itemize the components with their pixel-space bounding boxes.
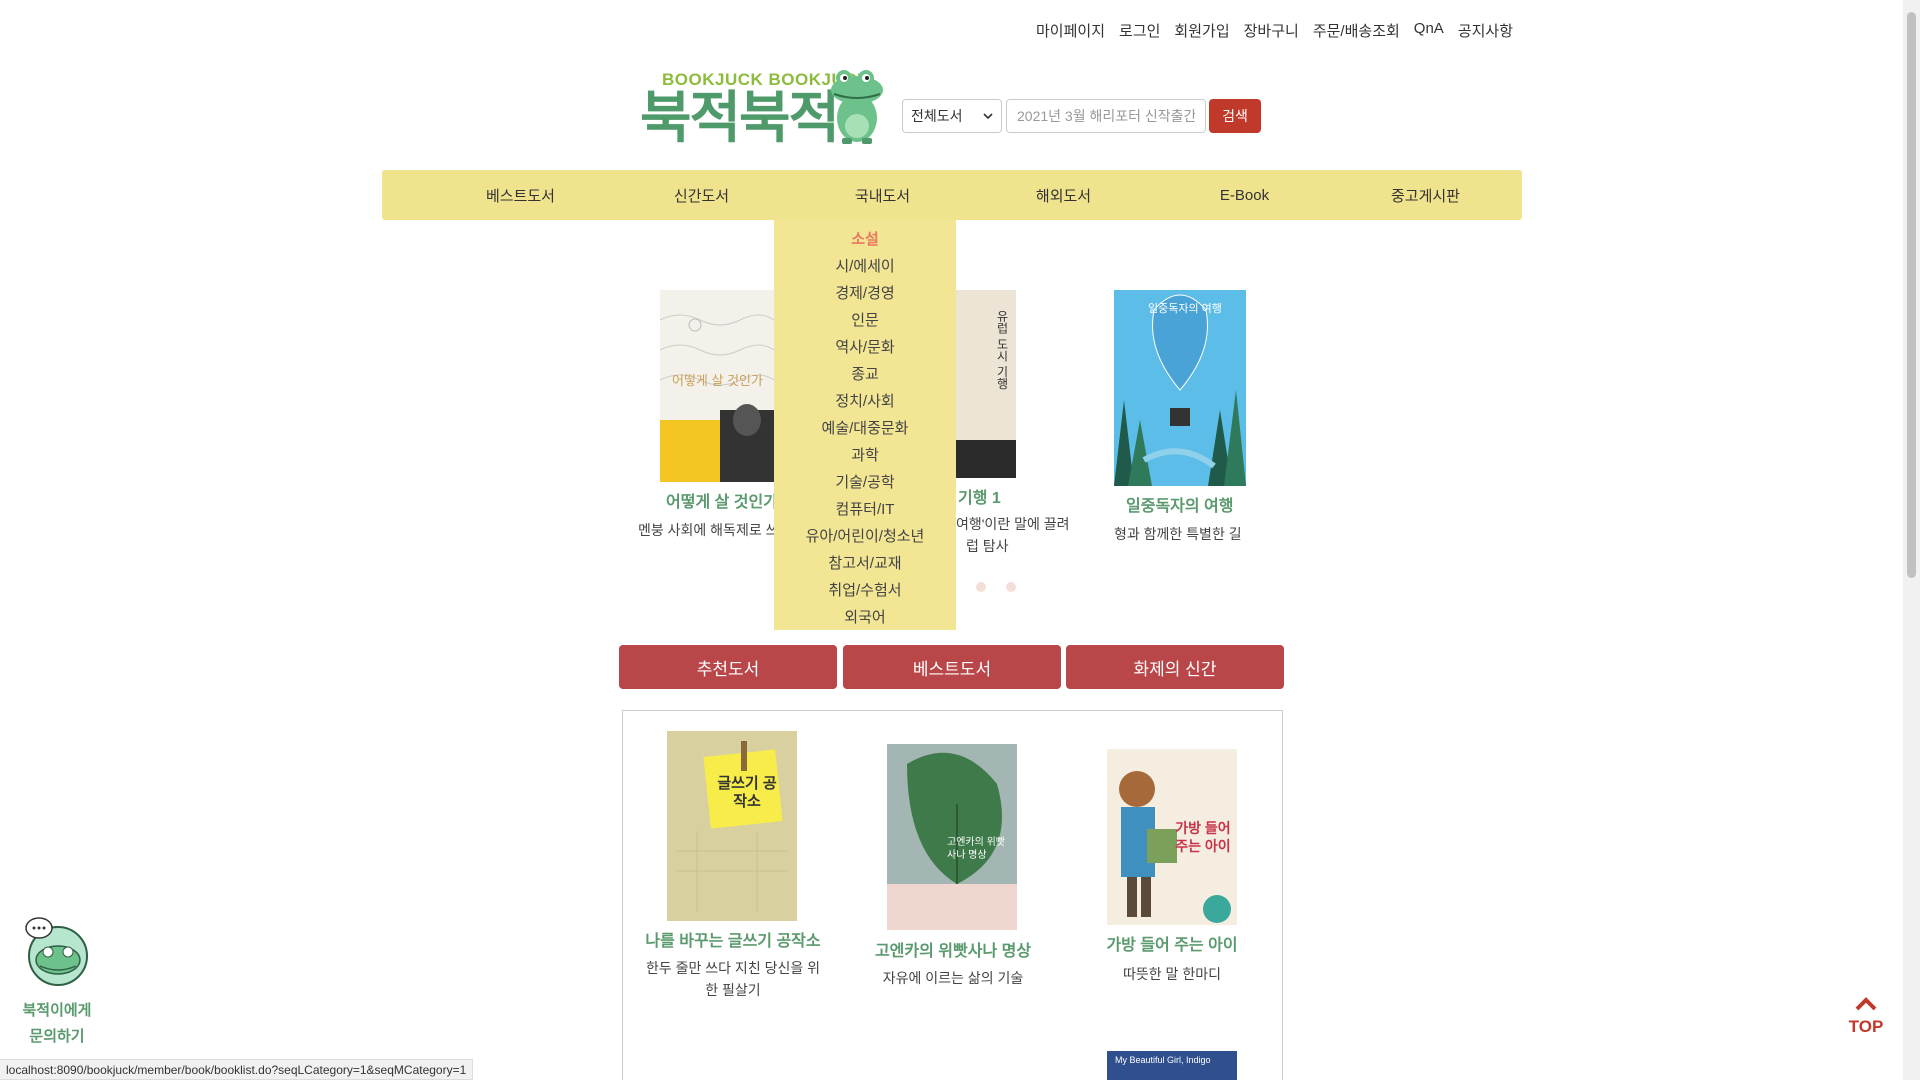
tab-recommended[interactable]: 추천도서 — [619, 645, 837, 689]
dropdown-item[interactable]: 과학 — [774, 441, 956, 468]
mypage-link[interactable]: 마이페이지 — [1036, 20, 1105, 41]
dropdown-item[interactable]: 참고서/교재 — [774, 549, 956, 576]
dropdown-item[interactable]: 유아/어린이/청소년 — [774, 522, 956, 549]
site-logo[interactable]: BOOKJUCK BOOKJUCK 북적북적 — [640, 68, 890, 148]
grid-cover-text: My Beautiful Girl, Indigo — [1115, 1055, 1211, 1065]
dropdown-item[interactable]: 취업/수험서 — [774, 576, 956, 603]
page-scrollbar[interactable] — [1903, 0, 1920, 1080]
logo-title: 북적북적 — [640, 86, 840, 149]
scrollbar-thumb[interactable] — [1907, 12, 1916, 578]
grid-book-cover[interactable]: My Beautiful Girl, Indigo — [1107, 1051, 1237, 1080]
signup-link[interactable]: 회원가입 — [1174, 20, 1229, 41]
dropdown-item[interactable]: 정치/사회 — [774, 387, 956, 414]
nav-bestseller[interactable]: 베스트도서 — [430, 170, 611, 220]
dropdown-item[interactable]: 경제/경영 — [774, 279, 956, 306]
book-cover-art-icon — [667, 731, 797, 921]
carousel-book-cover[interactable]: 유럽 도시 기행 — [956, 290, 1016, 478]
chevron-up-icon — [1855, 997, 1877, 1011]
dropdown-item[interactable]: 역사/문화 — [774, 333, 956, 360]
carousel-cover-text: 어떻게 살 것인가 — [672, 373, 763, 388]
dropdown-item[interactable]: 기술/공학 — [774, 468, 956, 495]
chevron-down-icon — [983, 112, 993, 119]
login-link[interactable]: 로그인 — [1119, 20, 1160, 41]
carousel-book-desc: 럽 탐사 — [966, 538, 1009, 554]
carousel-book-cover[interactable]: 어떻게 살 것인가 — [660, 290, 774, 482]
carousel-book-title[interactable]: 어떻게 살 것인가 — [666, 488, 778, 512]
svg-text:유럽 도시 기행: 유럽 도시 기행 — [995, 310, 1009, 390]
carousel-book-title[interactable]: 기행 1 — [958, 484, 1001, 508]
dropdown-item[interactable]: 예술/대중문화 — [774, 414, 956, 441]
chat-label-line2: 문의하기 — [29, 1028, 85, 1045]
carousel-dot[interactable] — [1006, 582, 1016, 592]
grid-book-desc: 따뜻한 말 한마디 — [1123, 966, 1221, 982]
chat-inquiry-label[interactable]: 북적이에게 문의하기 — [12, 998, 102, 1050]
crocodile-mascot-icon — [831, 70, 883, 144]
grid-book-title[interactable]: 가방 들어 주는 아이 — [1084, 931, 1260, 955]
book-cover-art-icon: 유럽 도시 기행 — [956, 290, 1016, 478]
qna-link[interactable]: QnA — [1414, 20, 1444, 41]
search-category-select[interactable]: 전체도서 — [902, 99, 1002, 133]
dropdown-item[interactable]: 종교 — [774, 360, 956, 387]
chat-mascot-icon[interactable] — [24, 916, 92, 988]
carousel-book-desc: 여행'이란 말에 끌려 — [956, 516, 1070, 532]
cart-link[interactable]: 장바구니 — [1244, 20, 1299, 41]
browser-status-bar: localhost:8090/bookjuck/member/book/book… — [0, 1059, 474, 1080]
search-input[interactable] — [1006, 99, 1206, 133]
grid-book-title[interactable]: 고엔카의 위빳사나 명상 — [865, 937, 1041, 961]
carousel-book-desc: 형과 함께한 특별한 길 — [1114, 526, 1242, 542]
dropdown-item[interactable]: 시/에세이 — [774, 252, 956, 279]
book-cover-art-icon — [1114, 290, 1246, 486]
top-label: TOP — [1848, 1017, 1884, 1036]
tab-bestseller[interactable]: 베스트도서 — [843, 645, 1061, 689]
carousel-book-cover[interactable]: 일중독자의 여행 — [1114, 290, 1246, 486]
nav-ebook[interactable]: E-Book — [1154, 170, 1335, 220]
book-grid: 글쓰기 공작소 나를 바꾸는 글쓰기 공작소 한두 줄만 쓰다 지친 당신을 위… — [622, 710, 1283, 1080]
tab-hot-new[interactable]: 화제의 신간 — [1066, 645, 1284, 689]
chat-label-line1: 북적이에게 — [22, 1002, 92, 1019]
carousel-cover-text: 일중독자의 여행 — [1148, 303, 1222, 315]
top-utility-links: 마이페이지 로그인 회원가입 장바구니 주문/배송조회 QnA 공지사항 — [1036, 20, 1513, 41]
dropdown-item[interactable]: 인문 — [774, 306, 956, 333]
grid-book-desc: 한두 줄만 쓰다 지친 당신을 위한 필살기 — [645, 960, 820, 998]
nav-new-books[interactable]: 신간도서 — [611, 170, 792, 220]
grid-book-cover[interactable]: 글쓰기 공작소 — [667, 731, 797, 921]
carousel-book-desc: 멘붕 사회에 해독제로 쓰 — [638, 522, 779, 538]
scroll-top-button[interactable]: TOP — [1844, 996, 1888, 1037]
grid-book-title[interactable]: 나를 바꾸는 글쓰기 공작소 — [645, 927, 821, 951]
dropdown-item[interactable]: 컴퓨터/IT — [774, 495, 956, 522]
search-category-value: 전체도서 — [911, 108, 963, 124]
order-tracking-link[interactable]: 주문/배송조회 — [1313, 20, 1400, 41]
grid-cover-text: 고엔카의 위빳사나 명상 — [947, 837, 1005, 861]
grid-cover-text: 가방 들어 주는 아이 — [1175, 820, 1231, 854]
nav-domestic-books[interactable]: 국내도서 — [792, 170, 973, 220]
grid-book-cover[interactable]: 고엔카의 위빳사나 명상 — [887, 744, 1017, 930]
notice-link[interactable]: 공지사항 — [1458, 20, 1513, 41]
main-category-nav: 베스트도서 신간도서 국내도서 해외도서 E-Book 중고게시판 — [382, 170, 1522, 220]
nav-used-board[interactable]: 중고게시판 — [1335, 170, 1516, 220]
dropdown-item-novel[interactable]: 소설 — [774, 225, 956, 252]
dropdown-item[interactable]: 외국어 — [774, 603, 956, 630]
carousel-book-title[interactable]: 일중독자의 여행 — [1126, 492, 1234, 516]
carousel-dot[interactable] — [976, 582, 986, 592]
grid-cover-text: 글쓰기 공작소 — [717, 775, 777, 810]
grid-book-desc: 자유에 이르는 삶의 기술 — [882, 970, 1024, 986]
search-button[interactable]: 검색 — [1209, 99, 1261, 133]
domestic-books-dropdown: 소설 시/에세이 경제/경영 인문 역사/문화 종교 정치/사회 예술/대중문화… — [774, 220, 956, 630]
nav-foreign-books[interactable]: 해외도서 — [973, 170, 1154, 220]
grid-book-cover[interactable]: 가방 들어 주는 아이 — [1107, 749, 1237, 925]
